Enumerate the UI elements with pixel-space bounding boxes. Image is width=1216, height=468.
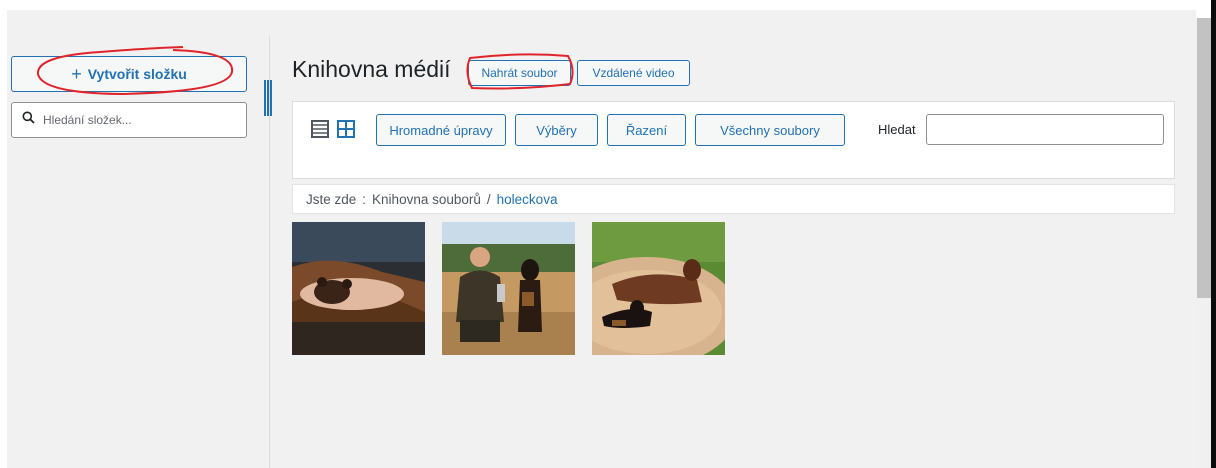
list-view-icon[interactable] (311, 120, 329, 138)
sort-button[interactable]: Řazení (607, 114, 686, 146)
bulk-edit-button[interactable]: Hromadné úpravy (376, 114, 506, 146)
breadcrumb-prefix: Jste zde (306, 191, 357, 207)
search-icon (22, 111, 35, 129)
breadcrumb: Jste zde : Knihovna souborů / holeckova (292, 184, 1175, 214)
media-thumbnail-man-with-dog[interactable] (442, 222, 575, 355)
media-search-input[interactable] (926, 114, 1164, 145)
search-label: Hledat (878, 122, 916, 137)
breadcrumb-separator: : (362, 191, 367, 207)
selection-button[interactable]: Výběry (515, 114, 598, 146)
breadcrumb-current-folder[interactable]: holeckova (497, 192, 558, 207)
folder-search-input[interactable]: Hledání složek... (11, 102, 247, 138)
media-thumbnail-paw[interactable] (292, 222, 425, 355)
breadcrumb-root-link[interactable]: Knihovna souborů (372, 192, 481, 207)
grid-view-icon[interactable] (337, 120, 355, 138)
plus-icon: + (71, 64, 82, 84)
all-files-filter-button[interactable]: Všechny soubory (695, 114, 845, 146)
page-title: Knihovna médií (292, 56, 451, 82)
create-folder-label: Vytvořit složku (87, 66, 187, 82)
sidebar-resize-handle[interactable] (262, 80, 272, 116)
media-thumbnail-two-dogs[interactable] (592, 222, 725, 355)
upload-file-button[interactable]: Nahrát soubor (468, 60, 571, 86)
folder-search-placeholder: Hledání složek... (43, 113, 132, 127)
remote-video-button[interactable]: Vzdálené video (577, 60, 690, 86)
breadcrumb-separator: / (486, 191, 491, 207)
vertical-scrollbar-thumb[interactable] (1197, 18, 1211, 298)
create-folder-button[interactable]: + Vytvořit složku (11, 56, 247, 92)
window-edge (1211, 0, 1216, 468)
